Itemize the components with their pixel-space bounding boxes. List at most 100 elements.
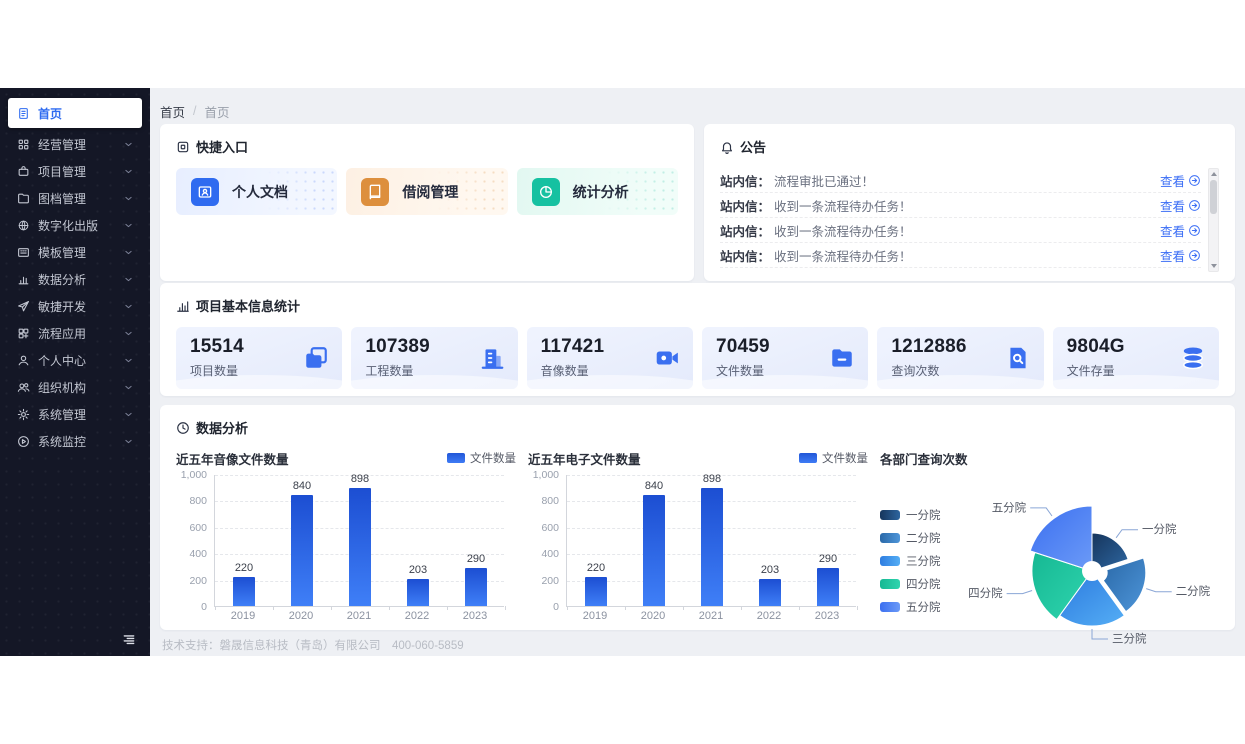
view-link[interactable]: 查看 [1160,196,1201,215]
pie-legend-item-1[interactable]: 二分院 [880,530,942,546]
chart-legend[interactable]: 文件数量 [447,450,516,466]
stat-card-5[interactable]: 9804G文件存量 [1053,327,1219,389]
bar-chart-electronic-files: 近五年电子文件数量文件数量02004006008001,000220840898… [528,449,868,647]
view-link[interactable]: 查看 [1160,246,1201,265]
folders-icon [303,345,329,371]
bar-2019[interactable] [233,577,255,606]
chevron-down-icon [124,248,133,257]
bar-chart-audio-files: 近五年音像文件数量文件数量02004006008001,000220840898… [176,449,516,647]
sidebar-item-4[interactable]: 数字化出版 [8,212,142,239]
sidebar-item-10[interactable]: 组织机构 [8,374,142,401]
view-label: 查看 [1160,221,1185,240]
stats-list: 15514项目数量107389工程数量117421音像数量70459文件数量12… [176,327,1219,389]
sidebar-item-6[interactable]: 数据分析 [8,266,142,293]
sidebar-item-2[interactable]: 项目管理 [8,158,142,185]
collapse-sidebar-icon[interactable] [121,633,137,647]
scroll-down-icon[interactable] [1209,261,1218,271]
sidebar-item-9[interactable]: 个人中心 [8,347,142,374]
y-tick-label: 1,000 [533,469,559,481]
legend-label: 文件数量 [822,450,868,466]
sidebar-item-label: 经营管理 [38,136,86,153]
breadcrumb-separator: / [193,104,196,118]
pie-legend-item-4[interactable]: 五分院 [880,599,942,615]
rose-chart-svg: 一分院二分院三分院四分院五分院 [942,475,1220,647]
view-link[interactable]: 查看 [1160,171,1201,190]
stats-title: 项目基本信息统计 [196,296,300,315]
y-tick-label: 600 [541,522,559,534]
chart-title: 近五年音像文件数量 [176,449,289,468]
video-camera-icon [654,345,680,371]
quick-entry-icon [176,140,190,154]
bar-value-label: 898 [682,473,742,485]
y-tick-label: 800 [189,495,207,507]
announcement-list-wrap: 站内信：流程审批已通过！查看站内信：收到一条流程待办任务！查看站内信：收到一条流… [720,168,1219,268]
pie-legend-item-0[interactable]: 一分院 [880,507,942,523]
quick-entry-header: 快捷入口 [176,137,678,156]
pie-label: 五分院 [992,500,1027,514]
database-icon [1180,345,1206,371]
legend-chip [447,453,465,463]
bar-2022[interactable] [759,579,781,606]
bar-2021[interactable] [701,488,723,607]
bar-2020[interactable] [643,495,665,606]
user-icon [17,354,30,367]
sidebar-item-label: 个人中心 [38,352,86,369]
bar-2020[interactable] [291,495,313,606]
stat-card-1[interactable]: 107389工程数量 [351,327,517,389]
sidebar-item-7[interactable]: 敏捷开发 [8,293,142,320]
pie-legend-item-2[interactable]: 三分院 [880,553,942,569]
quick-card-0[interactable]: 个人文档 [176,168,337,215]
bar-2022[interactable] [407,579,429,606]
chart-title: 近五年电子文件数量 [528,449,641,468]
announcement-text: 收到一条流程待办任务！ [774,196,1160,215]
chevron-down-icon [124,275,133,284]
stat-card-4[interactable]: 1212886查询次数 [877,327,1043,389]
sidebar-item-1[interactable]: 经营管理 [8,131,142,158]
quick-card-1[interactable]: 借阅管理 [346,168,507,215]
announcement-list: 站内信：流程审批已通过！查看站内信：收到一条流程待办任务！查看站内信：收到一条流… [720,168,1201,268]
chart-legend[interactable]: 文件数量 [799,450,868,466]
bar-2021[interactable] [349,488,371,607]
scroll-up-icon[interactable] [1209,169,1218,179]
breadcrumb-item-home[interactable]: 首页 [160,102,185,121]
bar-2023[interactable] [817,568,839,606]
legend-label: 文件数量 [470,450,516,466]
x-tick-label: 2019 [566,610,624,622]
sidebar-item-12[interactable]: 系统监控 [8,428,142,455]
publish-icon [17,219,30,232]
pie-slice-0[interactable] [1092,533,1128,568]
scrollbar-thumb[interactable] [1210,180,1217,214]
announcement-title: 公告 [740,137,766,156]
stat-card-2[interactable]: 117421音像数量 [527,327,693,389]
pie-label: 四分院 [968,586,1003,600]
sidebar-item-label: 模板管理 [38,244,86,261]
chevron-down-icon [124,356,133,365]
monitor-icon [17,435,30,448]
breadcrumb: 首页 / 首页 [160,98,1235,124]
sidebar-item-3[interactable]: 图档管理 [8,185,142,212]
sidebar-item-0[interactable]: 首页 [8,98,142,128]
announcement-text: 收到一条流程待办任务！ [774,221,1160,240]
sidebar-item-label: 流程应用 [38,325,86,342]
stats-card: 项目基本信息统计 15514项目数量107389工程数量117421音像数量70… [160,283,1235,396]
sidebar-item-11[interactable]: 系统管理 [8,401,142,428]
pie-legend-item-3[interactable]: 四分院 [880,576,942,592]
stats-header: 项目基本信息统计 [176,296,1219,315]
announcement-row-1: 站内信：收到一条流程待办任务！查看 [720,193,1201,218]
bar-2023[interactable] [465,568,487,606]
view-label: 查看 [1160,246,1185,265]
scrollbar[interactable] [1208,168,1219,272]
stat-card-0[interactable]: 15514项目数量 [176,327,342,389]
stat-card-3[interactable]: 70459文件数量 [702,327,868,389]
legend-label: 三分院 [906,553,941,569]
sidebar: 首页经营管理项目管理图档管理数字化出版模板管理数据分析敏捷开发流程应用个人中心组… [0,88,150,656]
bar-value-label: 203 [740,564,800,576]
send-icon [17,300,30,313]
quick-card-2[interactable]: 统计分析 [517,168,678,215]
sidebar-item-8[interactable]: 流程应用 [8,320,142,347]
sidebar-item-5[interactable]: 模板管理 [8,239,142,266]
legend-chip [880,556,900,566]
bar-2019[interactable] [585,577,607,606]
bar-value-label: 898 [330,473,390,485]
view-link[interactable]: 查看 [1160,221,1201,240]
